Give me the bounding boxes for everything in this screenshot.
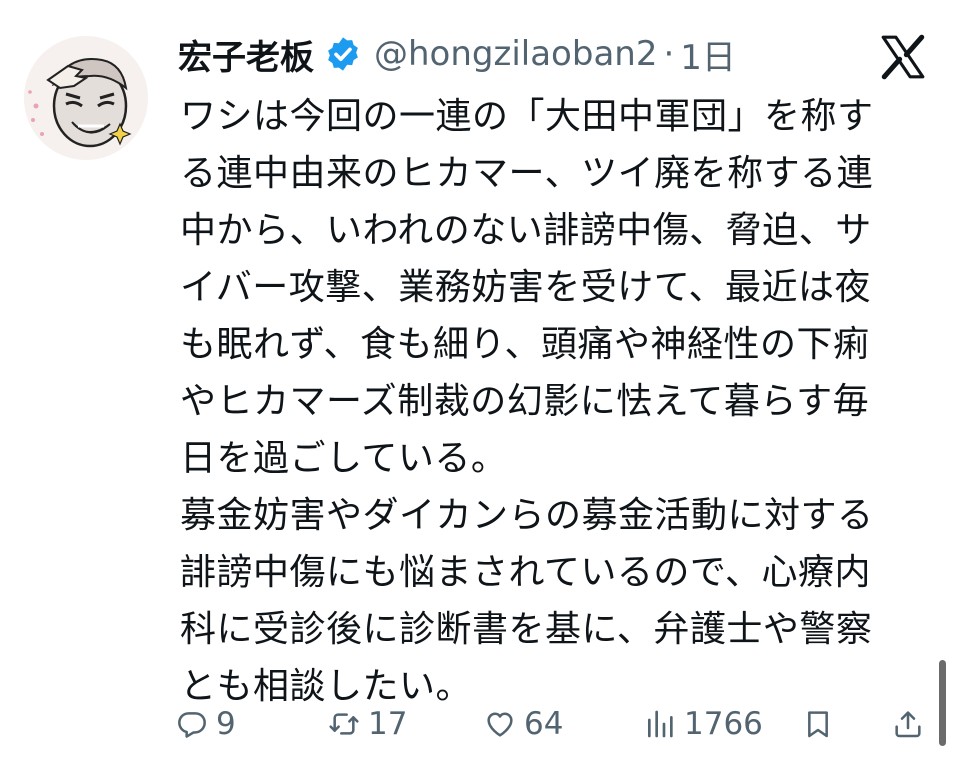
display-name[interactable]: 宏子老板 xyxy=(178,30,314,79)
tweet-text-line: 募金妨害やダイカンらの募金活動に対する xyxy=(180,495,874,536)
tweet-text-line: 科に受診後に診断書を基に、弁護士や警察 xyxy=(180,609,873,650)
tweet-text-line: イバー攻撃、業務妨害を受けて、最近は夜 xyxy=(180,267,871,308)
repost-count: 17 xyxy=(368,706,408,742)
handle[interactable]: @hongzilaoban2 xyxy=(374,34,657,74)
tweet-text: ワシは今回の一連の「大田中軍団」を称す る連中由来のヒカマー、ツイ廃を称する連 … xyxy=(180,88,940,715)
bookmark-button[interactable] xyxy=(802,700,834,748)
like-count: 64 xyxy=(524,706,564,742)
tweet-text-line: 日を過ごしている。 xyxy=(180,438,508,479)
verified-badge-icon xyxy=(328,37,358,71)
bookmark-icon xyxy=(808,711,828,738)
separator-dot: · xyxy=(663,34,675,74)
views-count: 1766 xyxy=(684,706,763,742)
x-logo-icon[interactable] xyxy=(878,32,928,82)
views-button[interactable]: 1766 xyxy=(644,700,763,748)
tweet-text-line: やヒカマーズ制裁の幻影に怯えて暮らす毎 xyxy=(180,381,870,422)
tweet-header: 宏子老板 @hongzilaoban2 · 1日 xyxy=(178,28,736,80)
share-icon xyxy=(895,711,921,738)
tweet-text-line: 中から、いわれのない誹謗中傷、脅迫、サ xyxy=(180,210,872,251)
like-button[interactable]: 64 xyxy=(484,700,563,748)
share-button[interactable] xyxy=(892,700,924,748)
tweet-text-line: ワシは今回の一連の「大田中軍団」を称す xyxy=(180,96,874,137)
avatar-image xyxy=(24,36,148,160)
action-bar: 9 17 64 1766 xyxy=(176,700,936,748)
repost-button[interactable]: 17 xyxy=(328,700,407,748)
tweet-text-line: も眠れず、食も細り、頭痛や神経性の下痢 xyxy=(180,324,870,365)
reply-icon xyxy=(178,712,206,738)
scrollbar[interactable] xyxy=(939,660,946,746)
avatar[interactable] xyxy=(24,36,148,160)
reply-button[interactable]: 9 xyxy=(176,700,236,748)
views-icon xyxy=(648,710,673,738)
tweet-text-line: 誹謗中傷にも悩まされているので、心療内 xyxy=(180,552,871,593)
repost-icon xyxy=(329,713,359,735)
tweet[interactable]: 宏子老板 @hongzilaoban2 · 1日 ワシは今回の一連の「大田中軍団… xyxy=(0,0,960,784)
timestamp[interactable]: 1日 xyxy=(680,30,736,79)
heart-icon xyxy=(487,712,513,737)
reply-count: 9 xyxy=(216,706,236,742)
tweet-text-line: る連中由来のヒカマー、ツイ廃を称する連 xyxy=(180,153,874,194)
